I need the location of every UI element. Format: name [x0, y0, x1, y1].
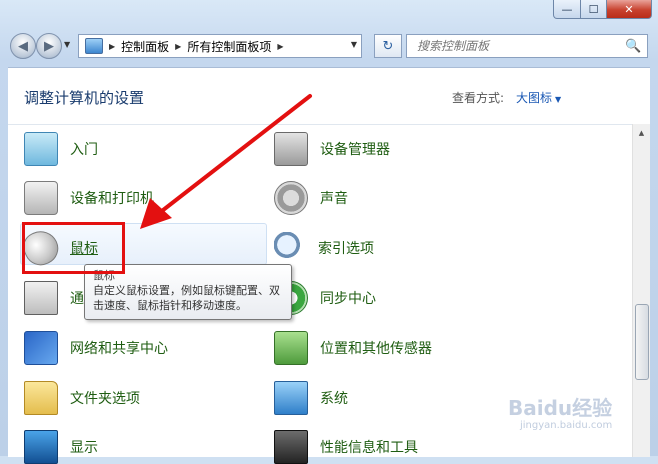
- minimize-button[interactable]: —: [553, 0, 581, 19]
- back-button[interactable]: ◀: [10, 33, 36, 59]
- forward-button[interactable]: ▶: [36, 33, 62, 59]
- content-header: 调整计算机的设置 查看方式: 大图标 ▼: [8, 68, 650, 125]
- item-label: 设备管理器: [320, 142, 390, 158]
- notification-area-icon: [24, 281, 58, 315]
- system-icon: [274, 381, 308, 415]
- item-label: 声音: [320, 191, 348, 207]
- item-label: 索引选项: [318, 241, 374, 257]
- search-icon[interactable]: 🔍: [625, 39, 641, 54]
- tooltip-body: 自定义鼠标设置，例如鼠标键配置、双击速度、鼠标指针和移动速度。: [93, 284, 280, 312]
- breadcrumb-separator-icon[interactable]: ▶: [109, 42, 115, 51]
- item-label: 显示: [70, 440, 98, 456]
- watermark-logo: Baidu经验: [508, 396, 613, 420]
- breadcrumb-control-panel[interactable]: 控制面板: [121, 38, 169, 55]
- search-box[interactable]: 🔍: [406, 34, 648, 58]
- breadcrumb-all-items[interactable]: 所有控制面板项: [187, 38, 271, 55]
- maximize-button[interactable]: ☐: [581, 0, 607, 19]
- item-intro[interactable]: 入门: [24, 132, 98, 166]
- page-title: 调整计算机的设置: [24, 89, 145, 107]
- performance-icon: [274, 430, 308, 464]
- item-location-sensors[interactable]: 位置和其他传感器: [274, 331, 432, 365]
- vertical-scrollbar[interactable]: ▲: [632, 124, 650, 457]
- item-notification-area[interactable]: 通: [24, 281, 84, 315]
- item-device-manager[interactable]: 设备管理器: [274, 132, 390, 166]
- item-label: 系统: [320, 391, 348, 407]
- magnifier-icon: [274, 232, 306, 264]
- item-performance[interactable]: 性能信息和工具: [274, 430, 418, 464]
- item-label: 性能信息和工具: [320, 440, 418, 456]
- address-dropdown-icon[interactable]: ▼: [351, 40, 357, 49]
- item-network-sharing[interactable]: 网络和共享中心: [24, 331, 168, 365]
- item-label: 入门: [70, 142, 98, 158]
- item-label: 文件夹选项: [70, 391, 140, 407]
- item-indexing[interactable]: 索引选项: [274, 231, 374, 265]
- item-label: 网络和共享中心: [70, 341, 168, 357]
- item-label: 设备和打印机: [70, 191, 154, 207]
- item-display[interactable]: 显示: [24, 430, 98, 464]
- network-icon: [24, 331, 58, 365]
- search-input[interactable]: [415, 38, 625, 54]
- caption-buttons: — ☐ ✕: [553, 0, 652, 20]
- speaker-icon: [274, 181, 308, 215]
- history-dropdown-icon[interactable]: ▼: [64, 40, 70, 49]
- view-by-label: 查看方式:: [452, 91, 505, 105]
- view-by-value: 大图标: [516, 91, 553, 105]
- watermark-url: jingyan.baidu.com: [520, 420, 613, 431]
- close-button[interactable]: ✕: [607, 0, 652, 19]
- control-panel-icon: [85, 38, 103, 54]
- refresh-button[interactable]: ↻: [374, 34, 402, 58]
- printer-icon: [24, 181, 58, 215]
- refresh-icon: ↻: [382, 38, 394, 54]
- navigation-bar: ◀ ▶ ▼ ▶ 控制面板 ▶ 所有控制面板项 ▶ ▼ ↻ 🔍: [8, 31, 650, 61]
- item-devices-printers[interactable]: 设备和打印机: [24, 181, 154, 215]
- scrollbar-thumb[interactable]: [635, 304, 649, 380]
- chevron-down-icon: ▼: [555, 95, 562, 104]
- folder-icon: [24, 381, 58, 415]
- arrow-right-icon: ▶: [44, 38, 54, 54]
- display-icon: [24, 430, 58, 464]
- scroll-up-icon[interactable]: ▲: [635, 126, 648, 140]
- item-folder-options[interactable]: 文件夹选项: [24, 381, 140, 415]
- breadcrumb-separator-icon[interactable]: ▶: [277, 42, 283, 51]
- annotation-highlight-box: [22, 222, 125, 274]
- arrow-left-icon: ◀: [18, 38, 28, 54]
- device-manager-icon: [274, 132, 308, 166]
- item-system[interactable]: 系统: [274, 381, 348, 415]
- view-by-dropdown[interactable]: 大图标 ▼: [516, 89, 561, 106]
- location-sensor-icon: [274, 331, 308, 365]
- address-bar[interactable]: ▶ 控制面板 ▶ 所有控制面板项 ▶ ▼: [78, 34, 362, 58]
- item-sound[interactable]: 声音: [274, 181, 348, 215]
- getting-started-icon: [24, 132, 58, 166]
- item-label: 位置和其他传感器: [320, 341, 432, 357]
- item-label: 通: [70, 291, 84, 307]
- item-label: 同步中心: [320, 291, 376, 307]
- window-frame: — ☐ ✕ ◀ ▶ ▼ ▶ 控制面板 ▶ 所有控制面板项 ▶ ▼ ↻ 🔍 调整计…: [0, 0, 658, 464]
- breadcrumb-separator-icon[interactable]: ▶: [175, 42, 181, 51]
